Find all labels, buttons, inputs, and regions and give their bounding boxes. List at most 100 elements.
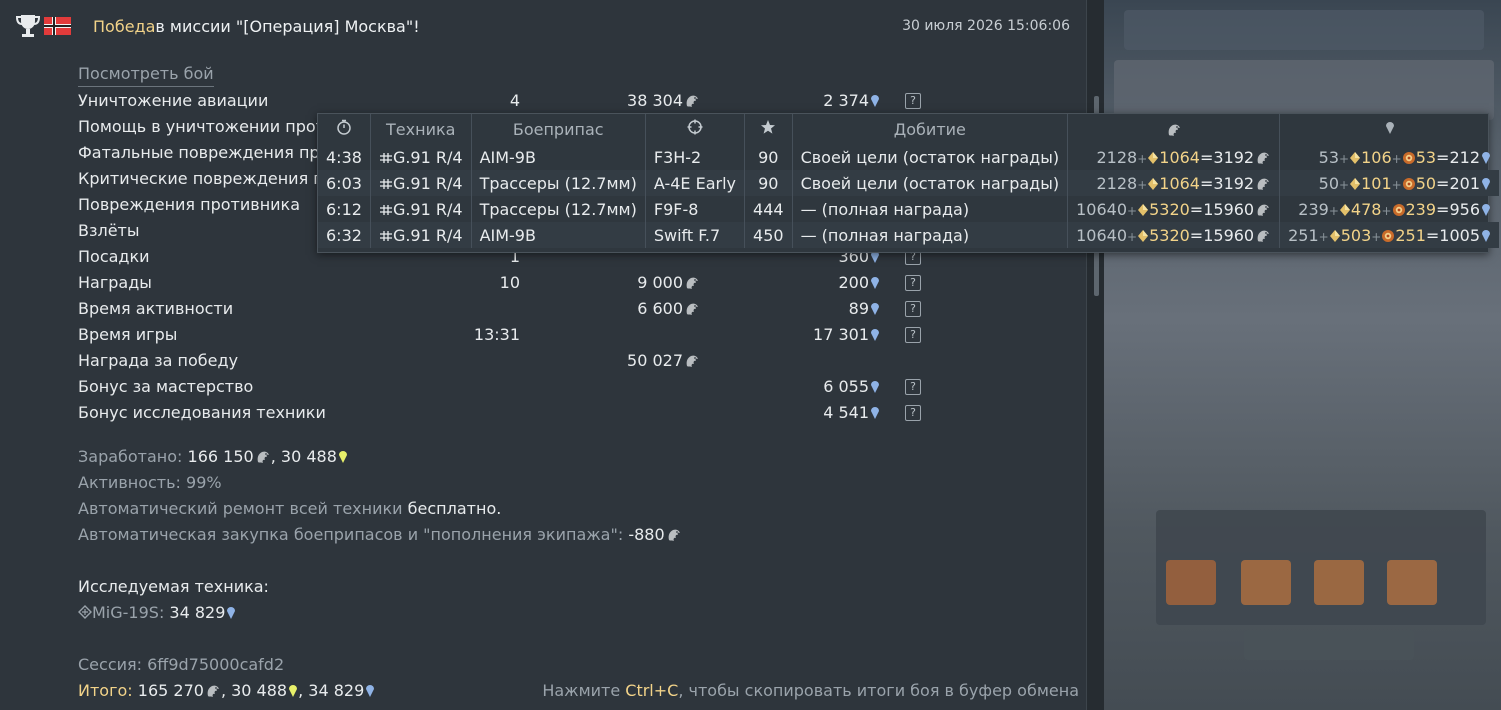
silver-lions-icon <box>684 354 700 368</box>
kill-research-points: 239+ 478+ 239=956 <box>1280 196 1499 222</box>
research-vehicle-icon <box>78 605 92 619</box>
research-points-icon <box>870 93 880 108</box>
kill-time: 6:03 <box>318 170 371 196</box>
restock-label: Автоматическая закупка боеприпасов и "по… <box>78 525 624 544</box>
kill-target: Swift F.7 <box>645 222 746 248</box>
kill-time: 6:32 <box>318 222 371 248</box>
stat-research-points: 4 541 <box>823 400 880 426</box>
research-line: MiG-19S: 34 829 <box>78 600 236 626</box>
stat-row: Бонус исследования техники 4 541? <box>78 400 938 426</box>
total-sl: 165 270 <box>137 681 204 700</box>
booster-icon <box>1392 203 1406 217</box>
gold-bonus-icon <box>1147 177 1159 191</box>
jet-icon <box>379 152 392 163</box>
kill-score: 90 <box>744 144 793 170</box>
research-points-icon <box>365 683 375 698</box>
time-column-header <box>318 114 371 144</box>
gold-bonus-icon <box>1339 203 1351 217</box>
research-vehicle: MiG-19S: <box>92 603 165 622</box>
jet-icon <box>379 178 392 189</box>
research-points-icon <box>1481 176 1491 191</box>
kill-vehicle: G.91 R/4 <box>370 222 472 248</box>
booster-icon <box>1402 151 1416 165</box>
booster-icon <box>1402 177 1416 191</box>
stat-count: 13:31 <box>473 325 520 344</box>
research-points-icon <box>870 275 880 290</box>
gold-bonus-icon <box>1349 177 1361 191</box>
golden-eagles-icon <box>338 449 348 464</box>
victory-word: Победа <box>93 16 156 36</box>
kill-vehicle: G.91 R/4 <box>370 170 472 196</box>
stat-research-points: 89 <box>849 296 880 322</box>
vehicle-column-header: Техника <box>370 114 472 144</box>
gold-bonus-icon <box>1329 229 1341 243</box>
sl-column-header <box>1067 114 1281 144</box>
mission-text: в миссии "[Операция] Москва"! <box>155 16 420 36</box>
kill-research-points: 251+ 503+ 251=1005 <box>1279 222 1499 248</box>
blurred-slot-1 <box>1166 560 1216 605</box>
stat-silver-lions: 50 027 <box>627 348 700 374</box>
kill-ammo: AIM-9B <box>471 144 646 170</box>
rp-column-header <box>1280 114 1499 144</box>
silver-lions-icon <box>255 450 271 464</box>
stat-research-points: 6 055 <box>823 374 880 400</box>
copy-hint-key: Ctrl+C <box>625 681 679 700</box>
score-column-header <box>744 114 793 144</box>
background-game-view <box>1104 0 1501 710</box>
help-icon[interactable]: ? <box>905 379 921 395</box>
stat-row: Бонус за мастерство 6 055? <box>78 374 938 400</box>
copy-hint: Нажмите Ctrl+C, чтобы скопировать итоги … <box>542 678 1079 704</box>
earned-label: Заработано: <box>78 447 183 466</box>
kill-row: 6:03 G.91 R/4 Трассеры (12.7мм) A-4E Early 9… <box>318 170 1499 196</box>
stat-name: Награда за победу <box>78 351 239 370</box>
stat-name: Повреждения противника <box>78 195 301 214</box>
silver-lions-icon <box>684 302 700 316</box>
activity-line: Активность: 99% <box>78 470 222 496</box>
research-points-icon <box>870 405 880 420</box>
blurred-slot-4 <box>1387 560 1437 605</box>
session-id: 6ff9d75000cafd2 <box>147 655 285 674</box>
mission-title: Победа в миссии "[Операция] Москва"! <box>93 12 420 40</box>
kill-score: 450 <box>744 222 793 248</box>
stat-name: Посадки <box>78 247 150 266</box>
restock-line: Автоматическая закупка боеприпасов и "по… <box>78 522 682 548</box>
silver-lions-icon <box>1166 123 1182 137</box>
stat-silver-lions: 38 304 <box>627 88 700 114</box>
help-icon[interactable]: ? <box>905 93 921 109</box>
silver-lions-icon <box>666 528 682 542</box>
research-points-icon <box>226 605 236 620</box>
research-points-icon <box>870 327 880 342</box>
kill-row: 6:12 G.91 R/4 Трассеры (12.7мм) F9F-8 444— (… <box>318 196 1499 222</box>
help-icon[interactable]: ? <box>905 301 921 317</box>
stat-silver-lions: 9 000 <box>637 270 700 296</box>
total-line: Итого: 165 270, 30 488, 34 829 <box>78 678 375 704</box>
kill-finish: Своей цели (остаток награды) <box>792 170 1069 196</box>
session-line: Сессия: 6ff9d75000cafd2 <box>78 652 284 678</box>
help-icon[interactable]: ? <box>905 275 921 291</box>
research-rp: 34 829 <box>169 603 226 622</box>
repair-label: Автоматический ремонт всей техники <box>78 499 403 518</box>
gold-bonus-icon <box>1349 151 1361 165</box>
kill-details-table: Техника Боеприпас Добитие 4:38 G.91 R/4 … <box>318 114 1499 248</box>
repair-value: бесплатно. <box>407 499 502 518</box>
stat-name: Время игры <box>78 325 178 344</box>
kill-finish: — (полная награда) <box>792 222 1069 248</box>
earned-sl: 166 150 <box>187 447 254 466</box>
kill-target: A-4E Early <box>645 170 746 196</box>
silver-lions-icon <box>1255 177 1271 191</box>
help-icon[interactable]: ? <box>905 405 921 421</box>
research-title: Исследуемая техника: <box>78 577 269 596</box>
battle-results-panel: Победа в миссии "[Операция] Москва"! 30 … <box>0 0 1086 710</box>
kill-silver-lions: 10640+ 5320=15960 <box>1067 222 1281 248</box>
view-battle-link[interactable]: Посмотреть бой <box>78 61 214 87</box>
scrollbar[interactable] <box>1086 0 1104 710</box>
earned-gp: 30 488 <box>280 447 337 466</box>
kill-time: 6:12 <box>318 196 371 222</box>
stat-name: Бонус исследования техники <box>78 403 326 422</box>
stat-name: Время активности <box>78 299 234 318</box>
kill-ammo: Трассеры (12.7мм) <box>471 170 646 196</box>
help-icon[interactable]: ? <box>905 327 921 343</box>
crosshair-icon <box>687 119 703 135</box>
blurred-slot-2 <box>1241 560 1291 605</box>
jet-icon <box>379 230 392 241</box>
